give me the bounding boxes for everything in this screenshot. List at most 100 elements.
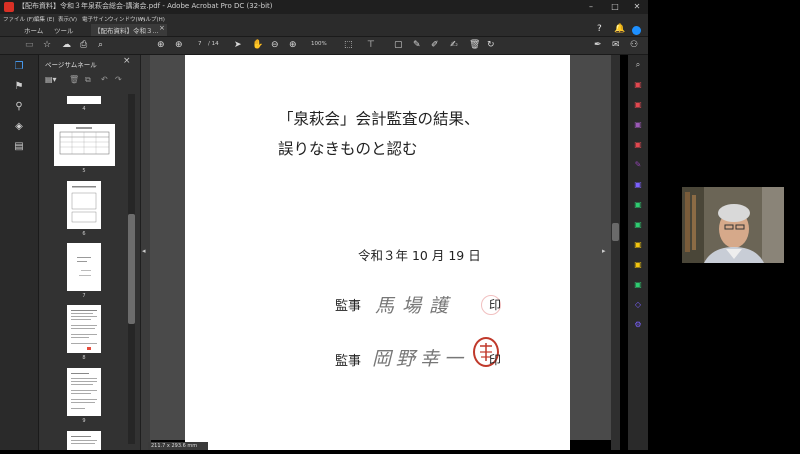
layers-icon[interactable]: ◈ bbox=[12, 121, 26, 135]
webcam-video-overlay bbox=[682, 187, 784, 263]
select-arrow-icon[interactable]: ➤ bbox=[234, 39, 242, 51]
left-navigation-rail: ❐ ⚑ ⚲ ◈ ▤ bbox=[0, 55, 39, 450]
menu-view[interactable]: 表示(V) bbox=[58, 15, 77, 23]
thumbnail-scrollbar[interactable] bbox=[128, 94, 135, 444]
expand-right-icon[interactable]: ▸ bbox=[602, 247, 606, 255]
compress-pdf-icon[interactable]: ▣ bbox=[632, 199, 644, 211]
page-total: / 14 bbox=[208, 41, 219, 47]
thumbnail-page-number: 8 bbox=[82, 355, 86, 361]
thumbnail-panel-close-icon[interactable]: × bbox=[123, 56, 131, 66]
print-icon[interactable]: ⎙ bbox=[80, 39, 87, 51]
search-icon[interactable]: ⌕ bbox=[98, 39, 103, 51]
thumbnail-panel-title: ページサムネール bbox=[45, 61, 97, 69]
highlight-icon[interactable]: ✐ bbox=[431, 39, 439, 51]
document-scrollbar-thumb[interactable] bbox=[612, 223, 619, 241]
handwritten-signature-2: 岡野幸一 bbox=[372, 348, 469, 370]
more-tools-icon[interactable]: ⚙ bbox=[632, 319, 644, 331]
comment-icon[interactable]: ▢ bbox=[394, 39, 403, 51]
auditor-label-2: 監事 bbox=[335, 354, 362, 369]
menu-edit[interactable]: 編集 (E) bbox=[34, 15, 55, 23]
thumbnail-page-number: 7 bbox=[82, 293, 86, 299]
pdf-page: 「泉萩会」会計監査の結果、 誤りなきものと認む 令和３年 10 月 19 日 監… bbox=[185, 55, 570, 450]
thumbnail-text-preview bbox=[71, 436, 97, 444]
tab-document-label: 【配布資料】令和３... bbox=[94, 27, 159, 35]
edit-pdf-icon[interactable]: ▣ bbox=[632, 119, 644, 131]
thumbnail-page[interactable] bbox=[67, 305, 101, 353]
export-pdf-icon[interactable]: ▣ bbox=[632, 99, 644, 111]
sign-icon[interactable]: ✍ bbox=[450, 39, 458, 51]
tab-close-icon[interactable]: × bbox=[159, 24, 165, 32]
page-thumbnails-icon[interactable]: ❐ bbox=[12, 61, 26, 75]
right-tools-rail: ⌕ ▣ ▣ ▣ ▣ ✎ ▣ ▣ ▣ ▣ ▣ ▣ ◇ ⚙ bbox=[628, 55, 648, 450]
audit-statement-line-2: 誤りなきものと認む bbox=[278, 140, 418, 158]
document-scrollbar[interactable]: ▸ bbox=[602, 55, 620, 450]
zoom-out-icon[interactable]: ⊖ bbox=[271, 39, 279, 51]
marquee-zoom-icon[interactable]: ⬚ bbox=[344, 39, 353, 51]
collapse-left-icon[interactable]: ◂ bbox=[142, 247, 146, 255]
protect-icon[interactable]: ◇ bbox=[632, 299, 644, 311]
thumbnail-options-icon[interactable]: ▤▾ bbox=[45, 75, 57, 84]
acrobat-app-icon bbox=[4, 2, 14, 12]
thumbnail-page[interactable] bbox=[67, 181, 101, 229]
next-page-icon[interactable]: ⊕ bbox=[175, 39, 183, 51]
tab-tools[interactable]: ツール bbox=[54, 25, 74, 35]
window-title: 【配布資料】令和３年泉萩会総会-講演会.pdf - Adobe Acrobat … bbox=[18, 2, 273, 10]
bookmark-star-icon[interactable]: ☆ bbox=[43, 39, 51, 51]
content-icon[interactable]: ▤ bbox=[12, 141, 26, 155]
thumbnail-extract-icon[interactable]: ⧉ bbox=[85, 75, 91, 85]
organize-pages-icon[interactable]: ▣ bbox=[632, 139, 644, 151]
zoom-level-select[interactable]: 100% bbox=[311, 41, 327, 47]
account-avatar[interactable] bbox=[632, 26, 641, 35]
thumbnail-text-preview bbox=[71, 373, 97, 409]
rotate-icon[interactable]: ↻ bbox=[487, 39, 495, 51]
email-icon[interactable]: ✉ bbox=[612, 39, 620, 51]
audit-statement-line-1: 「泉萩会」会計監査の結果、 bbox=[278, 110, 480, 128]
stamp-icon[interactable]: ⊤ bbox=[367, 39, 375, 51]
tab-bar: ホーム ツール 【配布資料】令和３... × ? 🔔 bbox=[0, 24, 648, 37]
hand-tool-icon[interactable]: ✋ bbox=[252, 39, 263, 51]
thumbnail-page[interactable] bbox=[67, 431, 101, 450]
thumbnail-delete-icon[interactable]: 🗑 bbox=[69, 75, 79, 84]
help-icon[interactable]: ? bbox=[597, 24, 602, 34]
thumbnail-undo-icon[interactable]: ↶ bbox=[101, 75, 108, 84]
thumbnail-table-preview bbox=[59, 127, 110, 155]
thumbnail-toolbar: ▤▾ 🗑 ⧉ ↶ ↷ bbox=[43, 75, 133, 87]
combine-files-icon[interactable]: ▣ bbox=[632, 219, 644, 231]
menu-esign[interactable]: 電子サイン bbox=[82, 15, 110, 23]
tab-document[interactable]: 【配布資料】令和３... × bbox=[91, 24, 167, 36]
page-number-input[interactable]: 7 bbox=[198, 41, 202, 47]
delete-icon[interactable]: 🗑 bbox=[469, 39, 480, 51]
attachments-icon[interactable]: ⚲ bbox=[12, 101, 26, 115]
comment-tool-icon[interactable]: ✎ bbox=[632, 159, 644, 171]
print-production-icon[interactable]: ▣ bbox=[632, 279, 644, 291]
maximize-button[interactable]: □ bbox=[608, 1, 622, 13]
fill-sign-icon[interactable]: ✒ bbox=[594, 39, 602, 51]
audit-date: 令和３年 10 月 19 日 bbox=[358, 248, 481, 263]
fill-sign-tool-icon[interactable]: ▣ bbox=[632, 239, 644, 251]
bell-icon[interactable]: 🔔 bbox=[614, 24, 625, 34]
close-window-button[interactable]: ✕ bbox=[630, 1, 644, 13]
zoom-in-icon[interactable]: ⊕ bbox=[289, 39, 297, 51]
create-pdf-icon[interactable]: ▣ bbox=[632, 79, 644, 91]
menu-file[interactable]: ファイル (F) bbox=[3, 15, 34, 23]
thumbnail-redo-icon[interactable]: ↷ bbox=[115, 75, 122, 84]
scan-ocr-icon[interactable]: ▣ bbox=[632, 179, 644, 191]
prev-page-icon[interactable]: ⊕ bbox=[157, 39, 165, 51]
pen-icon[interactable]: ✎ bbox=[413, 39, 421, 51]
tab-home[interactable]: ホーム bbox=[24, 25, 43, 35]
thumbnail-page[interactable] bbox=[54, 124, 115, 166]
save-icon[interactable]: ▭ bbox=[25, 39, 34, 51]
thumbnail-page[interactable] bbox=[67, 96, 101, 104]
menu-help[interactable]: ヘルプ(H) bbox=[140, 15, 165, 23]
thumbnail-page-current[interactable] bbox=[67, 243, 101, 291]
webcam-person-image bbox=[682, 187, 784, 263]
bookmarks-icon[interactable]: ⚑ bbox=[12, 81, 26, 95]
thumbnail-page[interactable] bbox=[67, 368, 101, 416]
auditor-label-1: 監事 bbox=[335, 299, 362, 314]
share-icon[interactable]: ⚇ bbox=[630, 39, 638, 51]
zoom-search-icon[interactable]: ⌕ bbox=[632, 59, 644, 71]
request-signature-icon[interactable]: ▣ bbox=[632, 259, 644, 271]
minimize-button[interactable]: – bbox=[584, 1, 598, 13]
thumbnail-scrollbar-thumb[interactable] bbox=[128, 214, 135, 324]
upload-cloud-icon[interactable]: ☁ bbox=[62, 39, 71, 51]
